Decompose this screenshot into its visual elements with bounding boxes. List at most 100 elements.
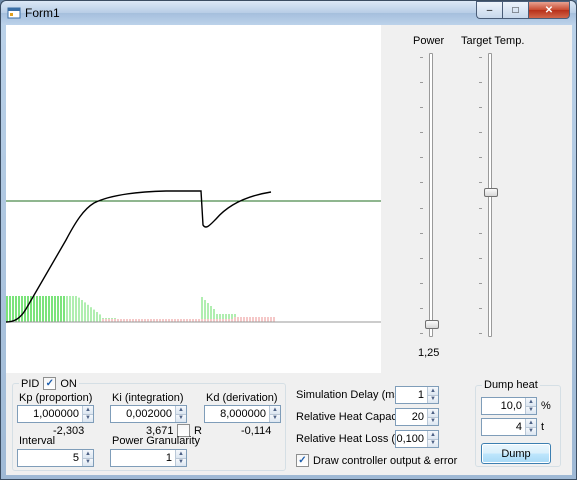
up-arrow-icon[interactable]: ▲ [428,431,438,440]
target-temp-slider-thumb[interactable] [484,187,498,197]
power-granularity-spinner[interactable]: 1 ▲ ▼ [110,449,187,467]
pid-label: PID [21,377,40,390]
error-bars [102,317,275,322]
close-button[interactable]: ✕ [528,1,570,19]
output-bar [66,296,68,322]
slider-tick [479,82,482,84]
output-bar [54,296,56,322]
dump-button[interactable]: Dump [481,443,551,464]
client-area: Power 1,25 Target Temp. PID ✓ ON Kp (pro… [6,25,572,475]
dump-t-unit: t [541,421,545,433]
ki-value[interactable]: 0,002000 [111,406,175,422]
slider-tick [479,207,482,209]
slider-tick [479,107,482,109]
dump-t-spinner-arrows[interactable]: ▲ ▼ [525,419,536,435]
error-bar [270,317,272,322]
slider-tick [479,182,482,184]
ki-spinner[interactable]: 0,002000 ▲ ▼ [110,405,187,423]
down-arrow-icon[interactable]: ▼ [428,417,438,425]
power-slider-thumb[interactable] [425,319,439,329]
slider-tick [420,232,423,234]
up-arrow-icon[interactable]: ▲ [526,398,536,407]
simulation-delay-label: Simulation Delay (ms) [296,389,404,401]
power-slider-label: Power [413,35,445,47]
dump-percent-spinner-arrows[interactable]: ▲ ▼ [525,398,536,414]
up-arrow-icon[interactable]: ▲ [83,450,93,459]
error-bar [243,317,245,322]
output-bar [63,296,65,322]
down-arrow-icon[interactable]: ▼ [176,458,186,466]
slider-tick [479,232,482,234]
interval-spinner-arrows[interactable]: ▲ ▼ [82,450,93,466]
up-arrow-icon[interactable]: ▲ [428,409,438,418]
dump-t-spinner[interactable]: 4 ▲ ▼ [481,418,537,436]
down-arrow-icon[interactable]: ▼ [428,439,438,447]
maximize-button[interactable]: □ [502,1,528,19]
output-bar [15,296,17,322]
slider-tick [479,333,482,334]
up-arrow-icon[interactable]: ▲ [176,450,186,459]
power-granularity-spinner-arrows[interactable]: ▲ ▼ [175,450,186,466]
target-temp-slider[interactable] [479,51,503,341]
kp-spinner-arrows[interactable]: ▲ ▼ [82,406,93,422]
kd-value[interactable]: 8,000000 [205,406,269,422]
down-arrow-icon[interactable]: ▼ [83,414,93,422]
slider-tick [420,182,423,184]
down-arrow-icon[interactable]: ▼ [526,427,536,435]
app-icon [7,7,21,19]
kp-value[interactable]: 1,000000 [18,406,82,422]
heat-loss-spinner[interactable]: 0,100 ▲ ▼ [395,430,439,448]
output-bar [90,307,92,322]
simulation-delay-spinner-arrows[interactable]: ▲ ▼ [427,387,438,403]
up-arrow-icon[interactable]: ▲ [428,387,438,396]
minimize-button[interactable]: – [476,1,502,19]
power-slider[interactable] [420,51,444,341]
kd-spinner[interactable]: 8,000000 ▲ ▼ [204,405,281,423]
output-bar [81,300,83,322]
heat-loss-value[interactable]: 0,100 [396,431,427,447]
heat-capacity-value[interactable]: 20 [396,409,427,425]
slider-tick [420,307,423,309]
error-bar [246,317,248,322]
down-arrow-icon[interactable]: ▼ [428,395,438,403]
dump-t-value[interactable]: 4 [482,419,525,435]
up-arrow-icon[interactable]: ▲ [526,419,536,428]
up-arrow-icon[interactable]: ▲ [270,406,280,415]
simulation-delay-value[interactable]: 1 [396,387,427,403]
up-arrow-icon[interactable]: ▲ [176,406,186,415]
heat-capacity-label: Relative Heat Capacity [296,411,408,423]
simulation-delay-spinner[interactable]: 1 ▲ ▼ [395,386,439,404]
kd-spinner-arrows[interactable]: ▲ ▼ [269,406,280,422]
interval-spinner[interactable]: 5 ▲ ▼ [17,449,94,467]
down-arrow-icon[interactable]: ▼ [83,458,93,466]
slider-tick [479,282,482,284]
down-arrow-icon[interactable]: ▼ [526,406,536,414]
interval-value[interactable]: 5 [18,450,82,466]
output-bar [201,297,203,322]
down-arrow-icon[interactable]: ▼ [176,414,186,422]
pid-on-checkbox[interactable]: ✓ [43,377,57,390]
draw-output-checkbox[interactable]: ✓ [296,454,309,467]
heat-capacity-spinner-arrows[interactable]: ▲ ▼ [427,409,438,425]
up-arrow-icon[interactable]: ▲ [83,406,93,415]
dump-percent-value[interactable]: 10,0 [482,398,525,414]
output-bar [21,296,23,322]
kd-label: Kd (derivation) [206,392,278,404]
output-bar [45,296,47,322]
power-value: 1,25 [418,347,440,359]
title-bar[interactable]: Form1 – □ ✕ [1,1,576,25]
maximize-icon: □ [512,4,519,16]
pid-group-title: PID ✓ ON [19,377,79,390]
kp-spinner[interactable]: 1,000000 ▲ ▼ [17,405,94,423]
output-bar [60,296,62,322]
pid-on-label: ON [60,377,77,390]
down-arrow-icon[interactable]: ▼ [270,414,280,422]
heat-loss-spinner-arrows[interactable]: ▲ ▼ [427,431,438,447]
power-granularity-value[interactable]: 1 [111,450,175,466]
heat-capacity-spinner[interactable]: 20 ▲ ▼ [395,408,439,426]
ki-spinner-arrows[interactable]: ▲ ▼ [175,406,186,422]
dump-percent-spinner[interactable]: 10,0 ▲ ▼ [481,397,537,415]
error-bar [249,317,251,322]
output-bar [27,296,29,322]
output-bar [72,296,74,322]
